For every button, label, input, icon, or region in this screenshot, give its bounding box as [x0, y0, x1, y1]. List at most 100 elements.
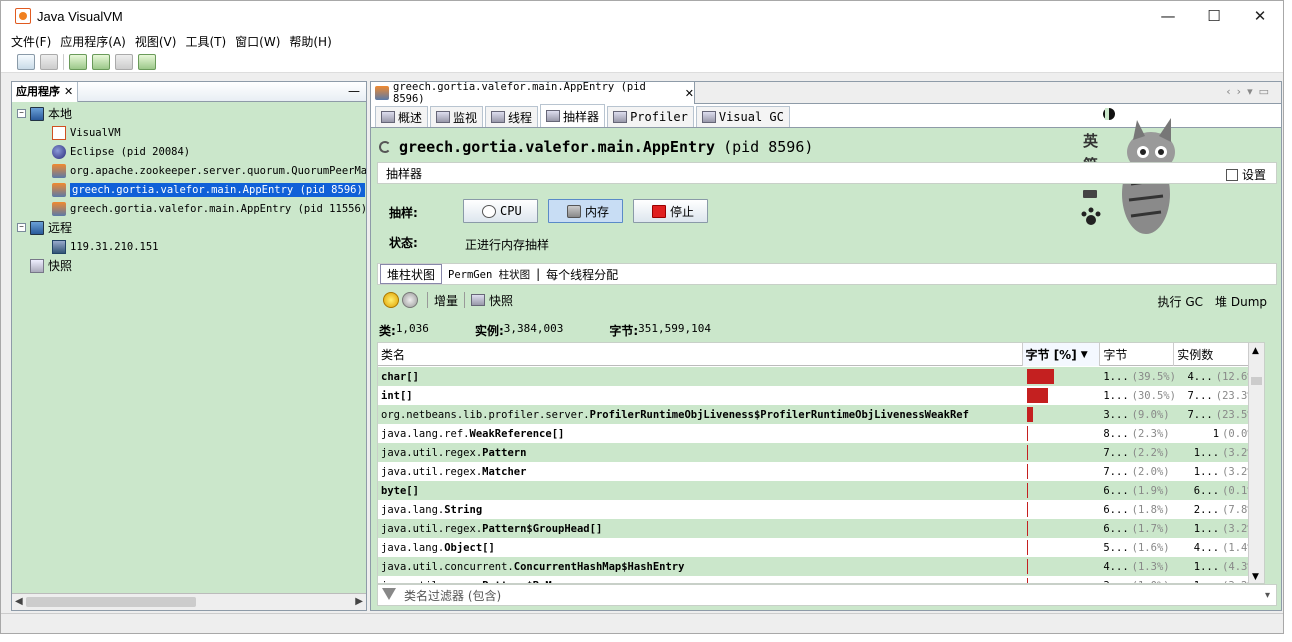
minimize-button[interactable]: —: [1145, 1, 1191, 31]
host-icon: [52, 239, 66, 254]
scroll-right-icon[interactable]: ▶: [355, 596, 363, 607]
heap-dump-button[interactable]: 堆 Dump: [1215, 293, 1267, 310]
tree-node-label: VisualVM: [70, 126, 121, 139]
tab-heap-histogram[interactable]: 堆柱状图: [380, 264, 443, 284]
scroll-thumb[interactable]: [26, 597, 196, 607]
pause-icon[interactable]: [383, 292, 399, 308]
class-name-cell: java.util.concurrent. ConcurrentHashMap$H…: [378, 557, 1023, 576]
profiler-icon: [613, 111, 628, 123]
close-document-icon[interactable]: ✕: [685, 87, 694, 100]
table-row[interactable]: java.util.regex.Pattern$BnM3...(1.0%)1..…: [378, 576, 1264, 583]
bytes-value: 5...: [1103, 541, 1129, 554]
tree-node-label: greech.gortia.valefor.main.AppEntry (pid…: [70, 202, 366, 215]
tab-visual-gc[interactable]: Visual GC: [695, 106, 790, 127]
tab-navigation-icons[interactable]: ‹›▾▭: [1226, 85, 1275, 98]
filter-dropdown-icon[interactable]: ▾: [1265, 590, 1270, 601]
bytes-percent-bar: [1026, 540, 1028, 555]
language-en-label[interactable]: 英: [1083, 130, 1098, 151]
table-row[interactable]: java.util.regex. Matcher 7... (2.0%) 1... (3.…: [378, 462, 1264, 481]
document-tab-appentry[interactable]: greech.gortia.valefor.main.AppEntry (pid…: [371, 81, 695, 105]
bytes-percent-bar: [1026, 445, 1029, 460]
tree-node[interactable]: − 本地: [17, 104, 72, 123]
stop-button[interactable]: 停止: [633, 199, 708, 223]
tree-node[interactable]: greech.gortia.valefor.main.AppEntry (pid…: [52, 199, 366, 218]
save-icon[interactable]: [40, 53, 58, 70]
scroll-up-icon[interactable]: ▲: [1252, 346, 1259, 356]
table-row[interactable]: java.lang.ref. WeakReference[] 8... (2.3%) 1…: [378, 424, 1264, 443]
applications-tab[interactable]: 应用程序 ✕: [12, 81, 79, 102]
tree-node[interactable]: 119.31.210.151: [52, 237, 159, 256]
table-row[interactable]: java.util.regex. Pattern$GroupHead[] 6...(…: [378, 519, 1264, 538]
table-row[interactable]: org.netbeans.lib.profiler.server. Profile…: [378, 405, 1264, 424]
delta-button[interactable]: 增量: [434, 292, 458, 309]
class-filter[interactable]: 类名过滤器 (包含) ▾: [377, 584, 1277, 606]
histogram-controls: 增量 快照 执行 GC 堆 Dump: [377, 288, 1277, 312]
column-class-name[interactable]: 类名: [378, 343, 1023, 366]
filter-input[interactable]: 类名过滤器 (包含): [404, 587, 501, 604]
add-vm-coredump-icon[interactable]: [138, 53, 156, 70]
tab-monitor[interactable]: 监视: [430, 106, 484, 127]
tree-node[interactable]: greech.gortia.valefor.main.AppEntry (pid…: [52, 180, 365, 199]
memory-button[interactable]: 内存: [548, 199, 623, 223]
tab-permgen-histogram[interactable]: PermGen 柱状图: [442, 264, 536, 284]
scroll-left-icon[interactable]: ◀: [15, 596, 23, 607]
menu-tools[interactable]: 工具(T): [185, 33, 226, 50]
bytes-cell: 6... (1.7%): [1100, 519, 1174, 538]
tab-threads[interactable]: 线程: [485, 106, 539, 127]
bytes-percent-bar: [1026, 483, 1028, 498]
table-row[interactable]: byte[] 6... (1.9%) 6... (0.1%): [378, 481, 1264, 500]
clock-icon: [482, 204, 496, 218]
tree-node[interactable]: − 远程: [17, 218, 72, 237]
column-bytes[interactable]: 字节: [1100, 343, 1175, 366]
bytes-value: 3...: [1103, 408, 1129, 421]
tree-horizontal-scrollbar[interactable]: ◀ ▶: [12, 593, 366, 610]
add-jmx-connection-icon[interactable]: [69, 53, 87, 70]
class-simple-name: WeakReference[]: [469, 427, 565, 440]
refresh-icon[interactable]: [402, 292, 418, 308]
tree-node[interactable]: org.apache.zookeeper.server.quorum.Quoru…: [52, 161, 366, 180]
menu-file[interactable]: 文件(F): [11, 33, 51, 50]
maximize-button[interactable]: ☐: [1191, 1, 1237, 31]
tab-overview[interactable]: 概述: [375, 106, 429, 127]
table-row[interactable]: java.lang. Object[] 5... (1.6%) 4... (1.4%): [378, 538, 1264, 557]
menu-help[interactable]: 帮助(H): [289, 33, 331, 50]
table-row[interactable]: int[] 1... (30.5%) 7... (23.3%): [378, 386, 1264, 405]
close-tab-icon[interactable]: ✕: [64, 82, 73, 102]
status-bar: [1, 613, 1283, 633]
menu-view[interactable]: 视图(V): [135, 33, 177, 50]
table-row[interactable]: java.util.concurrent. ConcurrentHashMap$H…: [378, 557, 1264, 576]
scroll-down-icon[interactable]: ▼: [1252, 572, 1259, 582]
package-name: java.util.regex.: [381, 446, 483, 459]
expand-toggle-icon[interactable]: −: [17, 223, 26, 232]
app-pid: (pid 8596): [723, 138, 814, 156]
class-simple-name: Object[]: [444, 541, 495, 554]
bytes-cell: 3... (9.0%): [1100, 405, 1174, 424]
menu-window[interactable]: 窗口(W): [235, 33, 280, 50]
expand-toggle-icon[interactable]: −: [17, 109, 26, 118]
filter-icon[interactable]: [382, 588, 396, 602]
table-row[interactable]: java.util.regex. Pattern 7... (2.2%) 1... (3.…: [378, 443, 1264, 462]
checkbox-icon[interactable]: [1225, 168, 1238, 181]
table-row[interactable]: char[] 1... (39.5%) 4... (12.6%): [378, 367, 1264, 386]
add-core-dump-icon[interactable]: [115, 53, 133, 70]
table-row[interactable]: java.lang. String 6... (1.8%) 2... (7.8%): [378, 500, 1264, 519]
add-remote-host-icon[interactable]: [92, 53, 110, 70]
load-snapshot-icon[interactable]: [17, 53, 35, 70]
cpu-button[interactable]: CPU: [463, 199, 538, 223]
scroll-thumb[interactable]: [1251, 377, 1262, 385]
tab-per-thread-allocation[interactable]: 每个线程分配: [540, 264, 624, 284]
table-vertical-scrollbar[interactable]: ▲ ▼: [1248, 343, 1264, 583]
tree-node[interactable]: VisualVM: [52, 123, 121, 142]
tree-node[interactable]: 快照: [17, 256, 72, 275]
tab-profiler[interactable]: Profiler: [607, 106, 694, 127]
tree-node[interactable]: Eclipse (pid 20084): [52, 142, 190, 161]
perform-gc-button[interactable]: 执行 GC: [1158, 293, 1204, 310]
snapshot-button[interactable]: 快照: [489, 292, 513, 309]
minimize-panel-icon[interactable]: —: [348, 84, 360, 98]
settings-checkbox[interactable]: 设置: [1225, 166, 1266, 183]
close-button[interactable]: ✕: [1237, 1, 1283, 31]
menu-applications[interactable]: 应用程序(A): [60, 33, 126, 50]
column-bytes-percent[interactable]: 字节 [%] ▼: [1022, 343, 1101, 366]
bytes-percent-bar: [1026, 559, 1028, 574]
tab-sampler[interactable]: 抽样器: [540, 104, 606, 127]
